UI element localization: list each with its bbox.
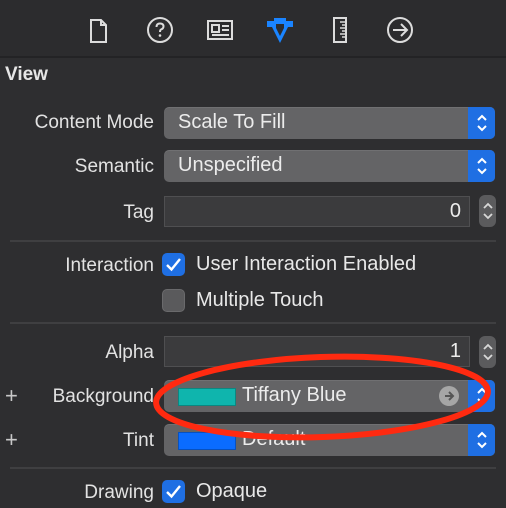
tint-color-value: Default [242,428,306,450]
connections-inspector-tab[interactable] [384,14,416,46]
tint-color-swatch [178,432,236,450]
add-tint-variation-button[interactable]: + [5,429,18,451]
identity-inspector-tab[interactable] [204,14,236,46]
opaque-checkbox[interactable] [162,480,185,503]
popup-chevrons-icon [468,380,495,412]
tint-label: Tint [123,430,154,451]
identity-card-icon [207,20,233,40]
semantic-popup[interactable]: Unspecified [164,150,495,182]
attributes-inspector-tab[interactable] [264,14,296,46]
alpha-label: Alpha [105,342,154,363]
attributes-arrow-icon [267,18,293,43]
tag-field[interactable]: 0 [164,196,470,227]
go-to-arrow-icon[interactable] [439,386,459,406]
multiple-touch-label: Multiple Touch [196,289,324,311]
alpha-field[interactable]: 1 [164,336,470,367]
checkmark-icon [166,258,181,272]
question-circle-icon [147,17,173,43]
semantic-value: Unspecified [178,154,283,176]
tag-label: Tag [123,202,154,223]
stepper-arrows-icon [482,343,493,361]
inspector-toolbar [0,0,506,58]
interaction-label: Interaction [65,255,154,276]
quick-help-tab[interactable] [144,14,176,46]
add-background-variation-button[interactable]: + [5,385,18,407]
popup-chevrons-icon [468,424,495,456]
popup-chevrons-icon [468,107,495,139]
tint-color-popup[interactable]: Default [164,424,495,456]
opaque-label: Opaque [196,480,268,502]
popup-chevrons-icon [468,150,495,182]
tag-value: 0 [449,200,461,222]
semantic-label: Semantic [74,156,154,177]
alpha-stepper[interactable] [479,336,496,368]
size-inspector-tab[interactable] [324,14,356,46]
background-color-swatch [178,388,236,406]
file-inspector-tab[interactable] [82,14,114,46]
section-title: View [5,64,48,85]
multiple-touch-checkbox[interactable] [162,289,185,312]
drawing-label: Drawing [84,482,154,503]
document-icon [90,19,107,43]
checkmark-icon [166,485,181,499]
separator [10,240,496,242]
arrow-circle-right-icon [387,17,413,43]
stepper-arrows-icon [482,202,493,220]
tag-stepper[interactable] [479,195,496,227]
background-label: Background [52,386,154,407]
user-interaction-label: User Interaction Enabled [196,253,417,275]
content-mode-value: Scale To Fill [178,111,286,133]
alpha-value: 1 [449,340,461,362]
user-interaction-checkbox[interactable] [162,253,185,276]
background-color-value: Tiffany Blue [242,384,347,406]
separator [10,467,496,469]
background-color-popup[interactable]: Tiffany Blue [164,380,495,412]
ruler-icon [333,17,347,43]
separator [10,322,496,324]
content-mode-label: Content Mode [34,112,154,133]
content-mode-popup[interactable]: Scale To Fill [164,107,495,139]
